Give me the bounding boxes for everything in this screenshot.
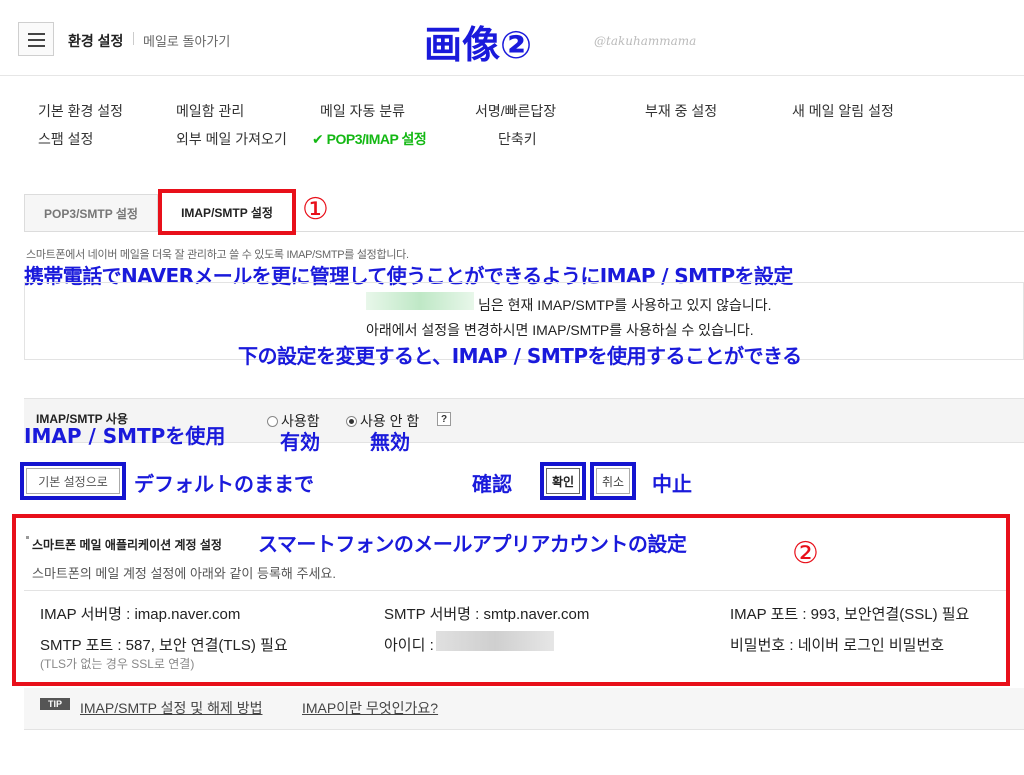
nav-pop3-imap-active[interactable]: ✔ POP3/IMAP 설정	[312, 129, 427, 149]
account-title: 스마트폰 메일 애플리케이션 계정 설정	[32, 538, 222, 552]
confirm-button[interactable]: 확인	[546, 468, 580, 494]
use-annotation: 有効	[280, 430, 320, 454]
nav-external-mail[interactable]: 외부 메일 가져오기	[176, 129, 287, 149]
account-divider	[24, 590, 1006, 591]
smtp-port: SMTP 포트 : 587, 보안 연결(TLS) 필요	[40, 637, 288, 654]
radio-selected-icon	[346, 416, 357, 427]
imap-port: IMAP 포트 : 993, 보안연결(SSL) 필요	[730, 606, 970, 623]
nav-signature[interactable]: 서명/빠른답장	[475, 101, 556, 121]
back-to-mail-link[interactable]: 메일로 돌아가기	[143, 31, 230, 50]
marker-1: ①	[302, 193, 329, 226]
id-label: 아이디 :	[384, 637, 434, 654]
account-subtitle: 스마트폰의 메일 계정 설정에 아래와 같이 등록해 주세요.	[32, 566, 336, 581]
imap-server: IMAP 서버명 : imap.naver.com	[40, 606, 241, 623]
watermark: @takuhammama	[594, 34, 697, 48]
title-divider	[133, 32, 134, 45]
default-settings-button[interactable]: 기본 설정으로	[26, 468, 120, 494]
check-icon: ✔	[312, 131, 324, 147]
tab-pop3-smtp[interactable]: POP3/SMTP 설정	[24, 194, 158, 232]
nav-auto-sort[interactable]: 메일 자동 분류	[320, 101, 405, 121]
cancel-annotation: 中止	[652, 472, 692, 496]
page-title: 환경 설정	[68, 33, 124, 49]
hamburger-icon-line	[28, 39, 45, 41]
id-redacted	[436, 631, 554, 651]
tip-badge: TIP	[40, 698, 70, 710]
status-line-1: 님은 현재 IMAP/SMTP를 사용하고 있지 않습니다.	[478, 297, 772, 313]
bullet	[26, 536, 29, 539]
nav-pop3-imap-label: POP3/IMAP 설정	[326, 131, 427, 147]
nav-away-settings[interactable]: 부재 중 설정	[645, 101, 717, 121]
default-annotation: デフォルトのままで	[134, 472, 314, 496]
what-is-imap-link[interactable]: IMAP이란 무엇인가요?	[302, 698, 438, 718]
help-icon[interactable]: ?	[437, 412, 451, 426]
password-info: 비밀번호 : 네이버 로그인 비밀번호	[730, 637, 945, 654]
nav-mailbox-management[interactable]: 메일함 관리	[176, 101, 244, 121]
account-title-annotation: スマートフォンのメールアプリアカウントの設定	[258, 532, 687, 556]
nav-new-mail-alert[interactable]: 새 메일 알림 설정	[792, 101, 894, 121]
nav-shortcuts[interactable]: 단축키	[498, 129, 537, 149]
nav-spam-settings[interactable]: 스팸 설정	[38, 129, 93, 149]
status-annotation: 下の設定を変更すると、IMAP / SMTPを使用することができる	[238, 344, 802, 368]
nav-basic-settings[interactable]: 기본 환경 설정	[38, 101, 123, 121]
no-use-annotation: 無効	[370, 430, 410, 454]
overlay-title: 画像②	[424, 23, 533, 67]
cancel-button[interactable]: 취소	[596, 468, 630, 494]
confirm-annotation: 確認	[472, 472, 512, 496]
username-redacted	[366, 292, 474, 310]
tab-imap-smtp[interactable]: IMAP/SMTP 설정	[158, 189, 296, 235]
smtp-server: SMTP 서버명 : smtp.naver.com	[384, 606, 590, 623]
hamburger-icon	[28, 33, 45, 35]
menu-button[interactable]	[18, 22, 54, 56]
smtp-port-note: (TLS가 없는 경우 SSL로 연결)	[40, 657, 195, 671]
marker-2: ②	[792, 537, 819, 570]
radio-icon	[267, 416, 278, 427]
hamburger-icon-line	[28, 45, 45, 47]
imap-setup-help-link[interactable]: IMAP/SMTP 설정 및 해제 방법	[80, 698, 262, 718]
usage-label-annotation: IMAP / SMTPを使用	[24, 424, 226, 448]
status-line-2: 아래에서 설정을 변경하시면 IMAP/SMTP를 사용하실 수 있습니다.	[366, 322, 754, 338]
